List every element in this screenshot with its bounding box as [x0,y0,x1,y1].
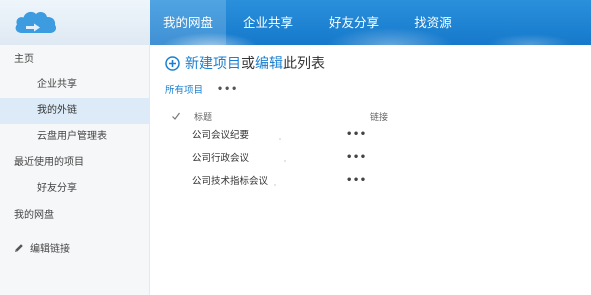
sidebar-item-friend-share[interactable]: 好友分享 [0,176,149,202]
or-text: 或 [241,56,255,72]
view-all-items-link[interactable]: 所有项目 [165,82,203,96]
new-item-link[interactable]: 新建项目 [185,53,241,73]
row-more-ellipsis[interactable]: ••• [346,172,367,192]
placeholder-dot [279,138,281,140]
this-list-text: 此列表 [283,56,325,72]
sidebar: 主页 企业共享 我的外链 云盘用户管理表 最近使用的项目 好友分享 我的网盘 编… [0,45,150,295]
edit-links-button[interactable]: 编辑链接 [0,237,149,263]
edit-list-link[interactable]: 编辑 [255,53,283,73]
placeholder-dot [284,160,286,162]
list-title-row: 新建项目 或 编辑 此列表 [165,53,325,73]
sidebar-item-my-disk[interactable]: 我的网盘 [0,203,149,229]
list-row[interactable]: 公司会议纪要 ••• [151,126,591,146]
row-title[interactable]: 公司行政会议 [192,149,249,169]
row-title[interactable]: 公司会议纪要 [192,126,249,146]
sidebar-item-user-management[interactable]: 云盘用户管理表 [0,124,149,150]
main-nav: 我的网盘 企业共享 好友分享 找资源 [150,0,468,45]
logo-area [0,0,150,45]
sidebar-item-recent[interactable]: 最近使用的项目 [0,150,149,176]
row-title[interactable]: 公司技术指标会议 [192,172,268,192]
column-header-title[interactable]: 标题 [194,110,212,123]
view-more-ellipsis[interactable]: ••• [217,84,238,95]
list-row[interactable]: 公司技术指标会议 ••• [151,172,591,192]
cloud-logo-icon[interactable] [14,9,58,35]
nav-tab-friend-share[interactable]: 好友分享 [310,0,398,45]
pencil-icon [15,244,23,252]
row-more-ellipsis[interactable]: ••• [346,126,367,146]
select-all-check-icon[interactable] [171,111,181,121]
nav-tab-my-disk[interactable]: 我的网盘 [150,0,226,45]
placeholder-dot [274,184,276,186]
row-more-ellipsis[interactable]: ••• [346,149,367,169]
nav-tab-enterprise-share[interactable]: 企业共享 [226,0,310,45]
main-content: 新建项目 或 编辑 此列表 所有项目 ••• 标题 链接 公司会议纪要 ••• … [151,45,591,295]
edit-links-label: 编辑链接 [30,244,70,255]
top-header: 我的网盘 企业共享 好友分享 找资源 [0,0,591,45]
view-selector: 所有项目 ••• [165,82,238,97]
column-header-link[interactable]: 链接 [370,110,388,123]
nav-tab-find-resources[interactable]: 找资源 [398,0,468,45]
list-row[interactable]: 公司行政会议 ••• [151,149,591,169]
sidebar-item-home[interactable]: 主页 [0,47,149,73]
sidebar-item-enterprise-share[interactable]: 企业共享 [0,72,149,98]
sidebar-item-my-links[interactable]: 我的外链 [0,98,149,124]
add-circle-icon[interactable] [165,55,180,71]
